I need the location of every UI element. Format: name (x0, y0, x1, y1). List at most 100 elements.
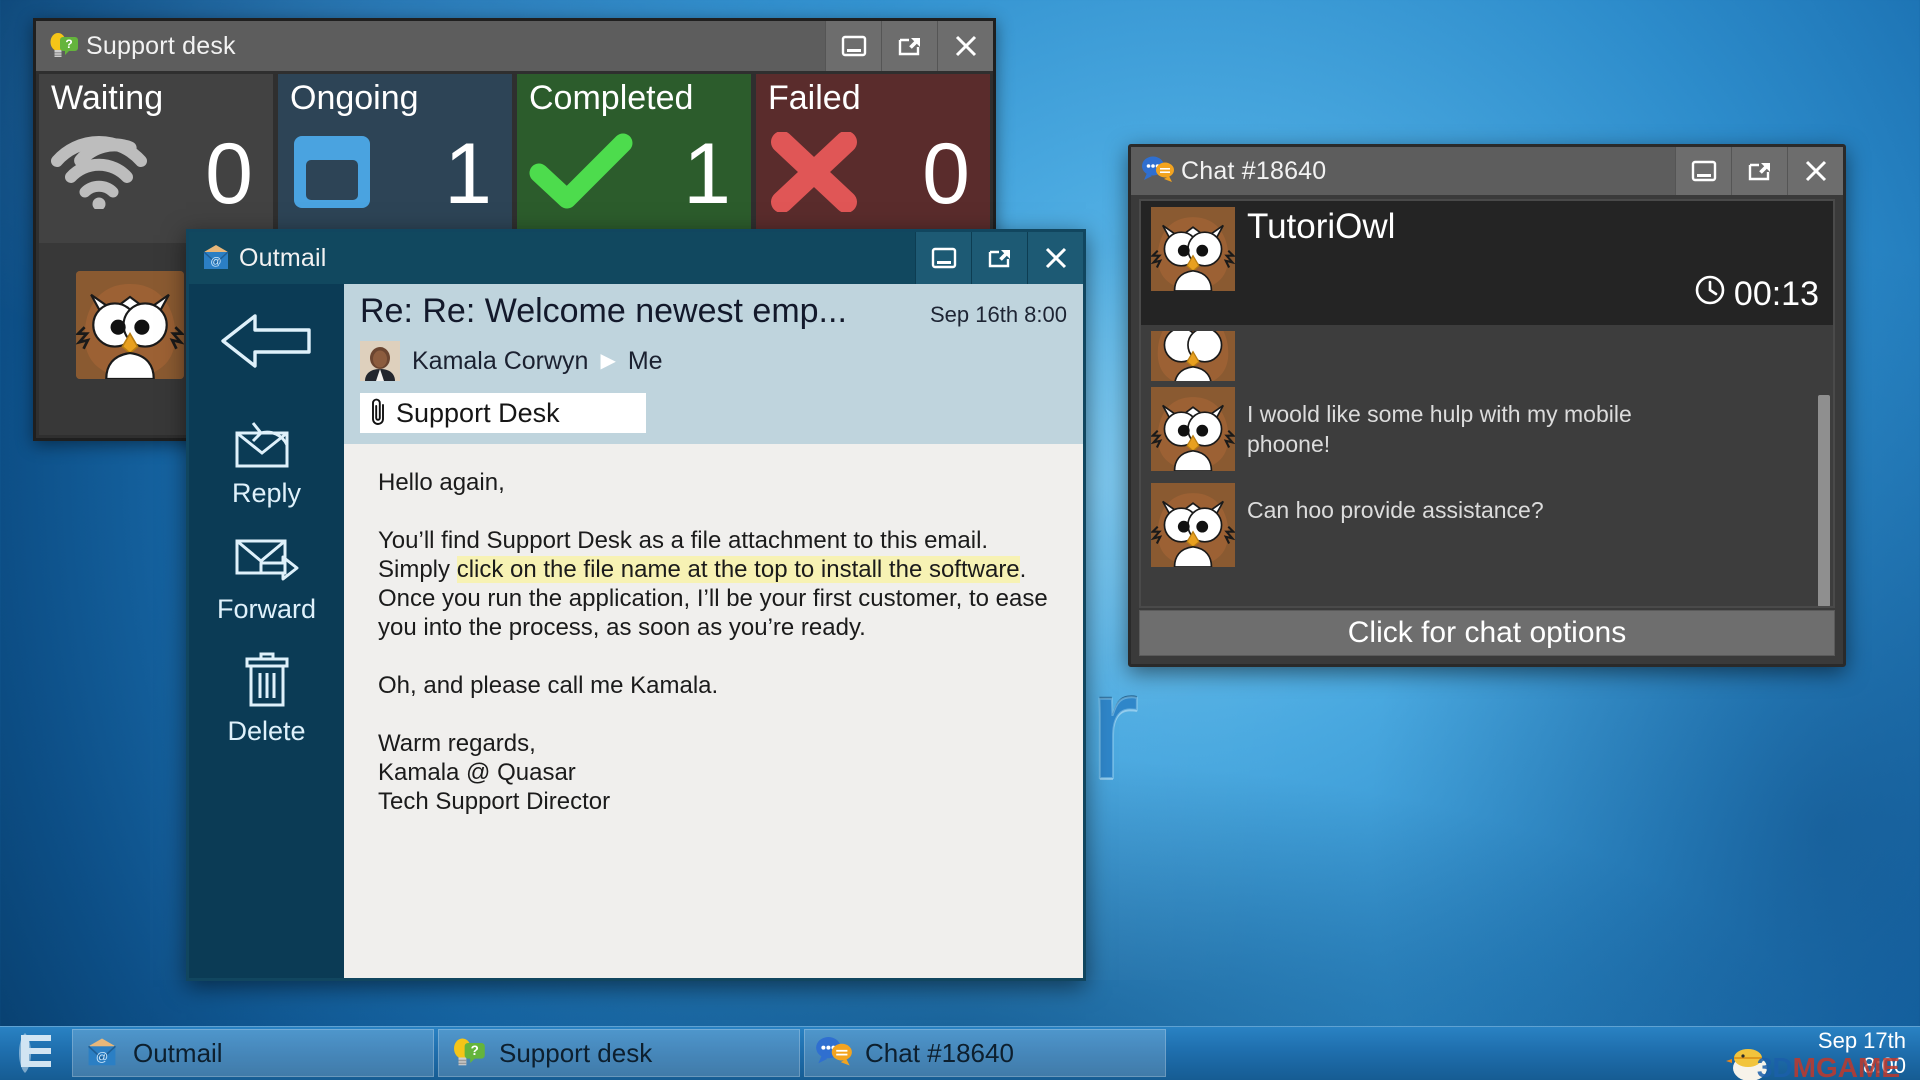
chat-message-partial (1141, 325, 1833, 381)
minimize-button[interactable] (915, 232, 971, 284)
chat-timer: 00:13 (1694, 274, 1819, 315)
chat-message-text: I woold like some hulp with my mobile ph… (1247, 401, 1632, 457)
chat-options-button[interactable]: Click for chat options (1139, 610, 1835, 656)
chat-timer-value: 00:13 (1733, 275, 1819, 313)
taskbar-item-label: Chat #18640 (865, 1037, 1014, 1068)
envelope-at-icon: @ (199, 241, 233, 275)
forward-button-label: Forward (216, 594, 317, 624)
chat-scrollbar-thumb[interactable] (1818, 395, 1830, 606)
reply-button[interactable]: Reply (189, 413, 344, 509)
support-desk-window-controls (825, 21, 993, 71)
chat-window[interactable]: Chat #18640 TutoriOwl 00:13 I woold like… (1128, 144, 1846, 667)
support-desk-titlebar[interactable]: ? Support desk (36, 21, 993, 71)
email-sender: Kamala Corwyn (412, 346, 589, 375)
close-button[interactable] (937, 21, 993, 71)
cross-icon (768, 130, 860, 217)
stat-label: Failed (768, 79, 861, 117)
chat-body: TutoriOwl 00:13 I woold like some hulp w… (1139, 199, 1835, 608)
chat-scrollbar[interactable] (1817, 329, 1831, 606)
chat-bubbles-icon (1141, 154, 1175, 188)
chat-customer-header: TutoriOwl 00:13 (1141, 201, 1833, 325)
support-desk-stats: Waiting 0 Ongoing 1 Completed 1 Failed 0 (36, 71, 993, 243)
owl-avatar[interactable] (76, 271, 184, 379)
forward-button[interactable]: Forward (189, 535, 344, 625)
stat-label: Waiting (51, 79, 164, 117)
outmail-sidebar: Reply Forward Delete (189, 284, 344, 978)
clock-time: 8:00 (1863, 1053, 1906, 1078)
lightbulb-question-icon: ? (449, 1034, 487, 1072)
taskbar-item-outmail[interactable]: @ Outmail (72, 1029, 434, 1077)
arrow-right-icon: ▶ (600, 350, 616, 372)
outmail-window[interactable]: @ Outmail Reply Forward Delete Re: Re: W… (186, 229, 1086, 981)
taskbar-clock[interactable]: Sep 17th 8:00 3DMGAME (1726, 1028, 1906, 1080)
outmail-title: Outmail (239, 243, 327, 272)
taskbar-item-chat[interactable]: Chat #18640 (804, 1029, 1166, 1077)
stat-ongoing: Ongoing 1 (278, 74, 512, 243)
taskbar-item-label: Support desk (499, 1037, 653, 1068)
svg-text:?: ? (471, 1043, 479, 1058)
sender-avatar (360, 341, 400, 381)
email-subject: Re: Re: Welcome newest emp... (360, 292, 847, 330)
owl-avatar (1151, 207, 1235, 291)
lightbulb-question-icon: ? (46, 29, 80, 63)
chat-title: Chat #18640 (1181, 156, 1327, 185)
checkmark-icon (529, 133, 633, 216)
email-body-part2: . Once you run the application, I’ll be … (378, 556, 1048, 815)
envelope-at-icon: @ (83, 1034, 121, 1072)
stat-value: 1 (444, 126, 492, 222)
paperclip-icon (368, 396, 388, 431)
maximize-button[interactable] (971, 232, 1027, 284)
outmail-titlebar[interactable]: @ Outmail (189, 232, 1083, 284)
maximize-button[interactable] (881, 21, 937, 71)
wifi-icon (51, 135, 147, 214)
stat-value: 0 (922, 126, 970, 222)
minimize-button[interactable] (1675, 147, 1731, 195)
chat-message: I woold like some hulp with my mobile ph… (1141, 381, 1833, 477)
trash-can-icon (239, 651, 295, 714)
minimize-button[interactable] (825, 21, 881, 71)
back-button[interactable] (189, 310, 344, 379)
attachment-name: Support Desk (396, 397, 560, 428)
close-button[interactable] (1027, 232, 1083, 284)
taskbar-item-label: Outmail (133, 1037, 223, 1068)
chat-customer-name: TutoriOwl (1247, 207, 1396, 246)
stat-label: Ongoing (290, 79, 419, 117)
start-logo-icon[interactable] (0, 1026, 72, 1080)
email-date: Sep 16th 8:00 (929, 302, 1067, 327)
stat-waiting: Waiting 0 (39, 74, 273, 243)
forward-mail-icon (231, 535, 303, 592)
chat-titlebar[interactable]: Chat #18640 (1131, 147, 1843, 195)
taskbar-item-support-desk[interactable]: ? Support desk (438, 1029, 800, 1077)
svg-text:?: ? (65, 37, 72, 51)
delete-button[interactable]: Delete (189, 651, 344, 747)
chat-bubbles-icon (815, 1034, 853, 1072)
window-icon (290, 132, 374, 217)
close-button[interactable] (1787, 147, 1843, 195)
clock-date: Sep 17th (1817, 1028, 1906, 1053)
taskbar: @ Outmail ? Support desk Chat #18640 Sep… (0, 1026, 1920, 1080)
email-attachment[interactable]: Support Desk (360, 393, 646, 433)
stat-value: 1 (683, 126, 731, 222)
stat-completed: Completed 1 (517, 74, 751, 243)
outmail-body: Reply Forward Delete Re: Re: Welcome new… (189, 284, 1083, 978)
email-header: Re: Re: Welcome newest emp... Sep 16th 8… (344, 284, 1083, 444)
owl-avatar (1151, 331, 1235, 381)
support-desk-title: Support desk (86, 31, 236, 60)
email-body: Hello again, You’ll find Support Desk as… (344, 444, 1083, 840)
svg-text:@: @ (96, 1050, 108, 1064)
stat-failed: Failed 0 (756, 74, 990, 243)
chat-message-text: Can hoo provide assistance? (1247, 497, 1544, 523)
reply-button-label: Reply (231, 478, 302, 508)
outmail-window-controls (915, 232, 1083, 284)
chat-message-list: I woold like some hulp with my mobile ph… (1141, 325, 1833, 573)
maximize-button[interactable] (1731, 147, 1787, 195)
svg-text:@: @ (210, 256, 221, 268)
owl-avatar (1151, 387, 1235, 471)
clock-icon (1694, 274, 1726, 315)
chat-message: Can hoo provide assistance? (1141, 477, 1833, 573)
owl-avatar (1151, 483, 1235, 567)
chick-icon (1722, 1042, 1774, 1080)
stat-label: Completed (529, 79, 694, 117)
email-body-highlight: click on the file name at the top to ins… (456, 556, 1020, 583)
outmail-main: Re: Re: Welcome newest emp... Sep 16th 8… (344, 284, 1083, 978)
